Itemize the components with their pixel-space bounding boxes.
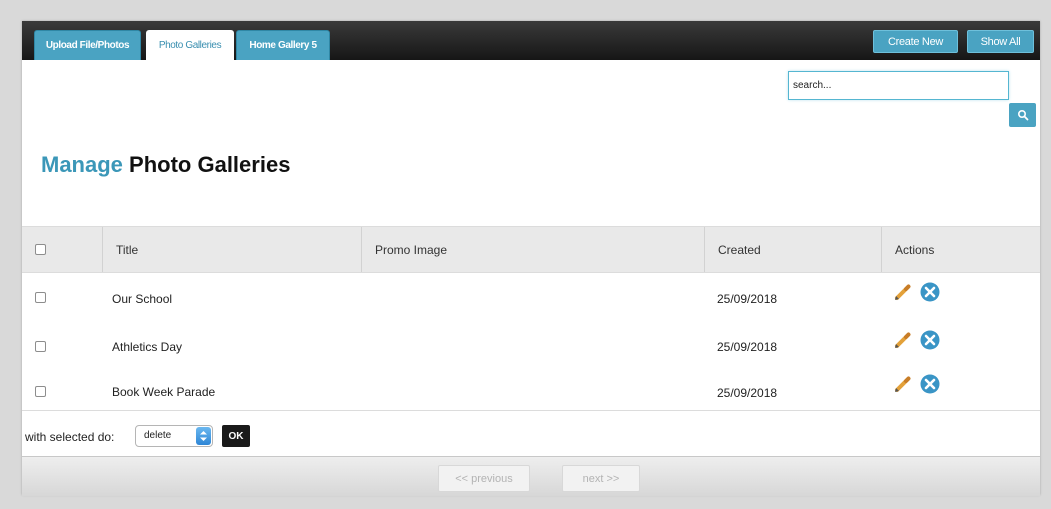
search-icon xyxy=(1017,109,1028,121)
pencil-icon[interactable] xyxy=(893,374,913,394)
row-title: Book Week Parade xyxy=(112,385,216,399)
delete-icon[interactable] xyxy=(919,281,941,303)
search-button[interactable] xyxy=(1009,103,1036,127)
pagination-footer: << previous next >> xyxy=(22,456,1040,496)
next-page-button[interactable]: next >> xyxy=(562,465,640,492)
pencil-icon[interactable] xyxy=(893,330,913,350)
search-input[interactable] xyxy=(788,71,1009,100)
row-checkbox[interactable] xyxy=(35,341,46,352)
table-header: Title Promo Image Created Actions xyxy=(22,226,1040,273)
tab-home-gallery-5[interactable]: Home Gallery 5 xyxy=(236,30,330,60)
column-title[interactable]: Title xyxy=(102,227,361,272)
bulk-action-selected-value: delete xyxy=(144,430,172,441)
page-title: Manage Photo Galleries xyxy=(41,152,290,178)
bulk-action-label: with selected do: xyxy=(25,430,115,444)
column-actions: Actions xyxy=(881,227,1040,272)
row-checkbox[interactable] xyxy=(35,292,46,303)
page-title-accent: Manage xyxy=(41,152,123,177)
previous-page-button[interactable]: << previous xyxy=(438,465,530,492)
row-created: 25/09/2018 xyxy=(717,292,778,306)
delete-icon[interactable] xyxy=(919,329,941,351)
bulk-action-bar: with selected do: delete OK xyxy=(22,410,1040,457)
main-panel: Upload File/Photos Photo Galleries Home … xyxy=(22,21,1040,496)
row-title: Our School xyxy=(112,292,173,306)
select-all-checkbox[interactable] xyxy=(35,244,46,255)
bulk-action-select[interactable]: delete xyxy=(135,425,213,447)
row-title: Athletics Day xyxy=(112,340,183,354)
pencil-icon[interactable] xyxy=(893,282,913,302)
header-select-cell xyxy=(22,227,102,272)
column-promo-image[interactable]: Promo Image xyxy=(361,227,704,272)
top-navigation-bar: Upload File/Photos Photo Galleries Home … xyxy=(22,21,1040,60)
row-created: 25/09/2018 xyxy=(717,386,778,400)
table-row: Book Week Parade 25/09/2018 xyxy=(22,367,1040,415)
tab-photo-galleries[interactable]: Photo Galleries xyxy=(146,30,234,60)
row-checkbox[interactable] xyxy=(35,386,46,397)
table-row: Our School 25/09/2018 xyxy=(22,273,1040,321)
row-created: 25/09/2018 xyxy=(717,340,778,354)
select-arrows-icon xyxy=(196,427,211,445)
page-title-rest: Photo Galleries xyxy=(129,152,291,177)
column-created[interactable]: Created xyxy=(704,227,881,272)
show-all-button[interactable]: Show All xyxy=(967,30,1034,53)
tab-upload-file-photos[interactable]: Upload File/Photos xyxy=(34,30,141,60)
create-new-button[interactable]: Create New xyxy=(873,30,958,53)
delete-icon[interactable] xyxy=(919,373,941,395)
table-row: Athletics Day 25/09/2018 xyxy=(22,321,1040,369)
ok-button[interactable]: OK xyxy=(222,425,250,447)
